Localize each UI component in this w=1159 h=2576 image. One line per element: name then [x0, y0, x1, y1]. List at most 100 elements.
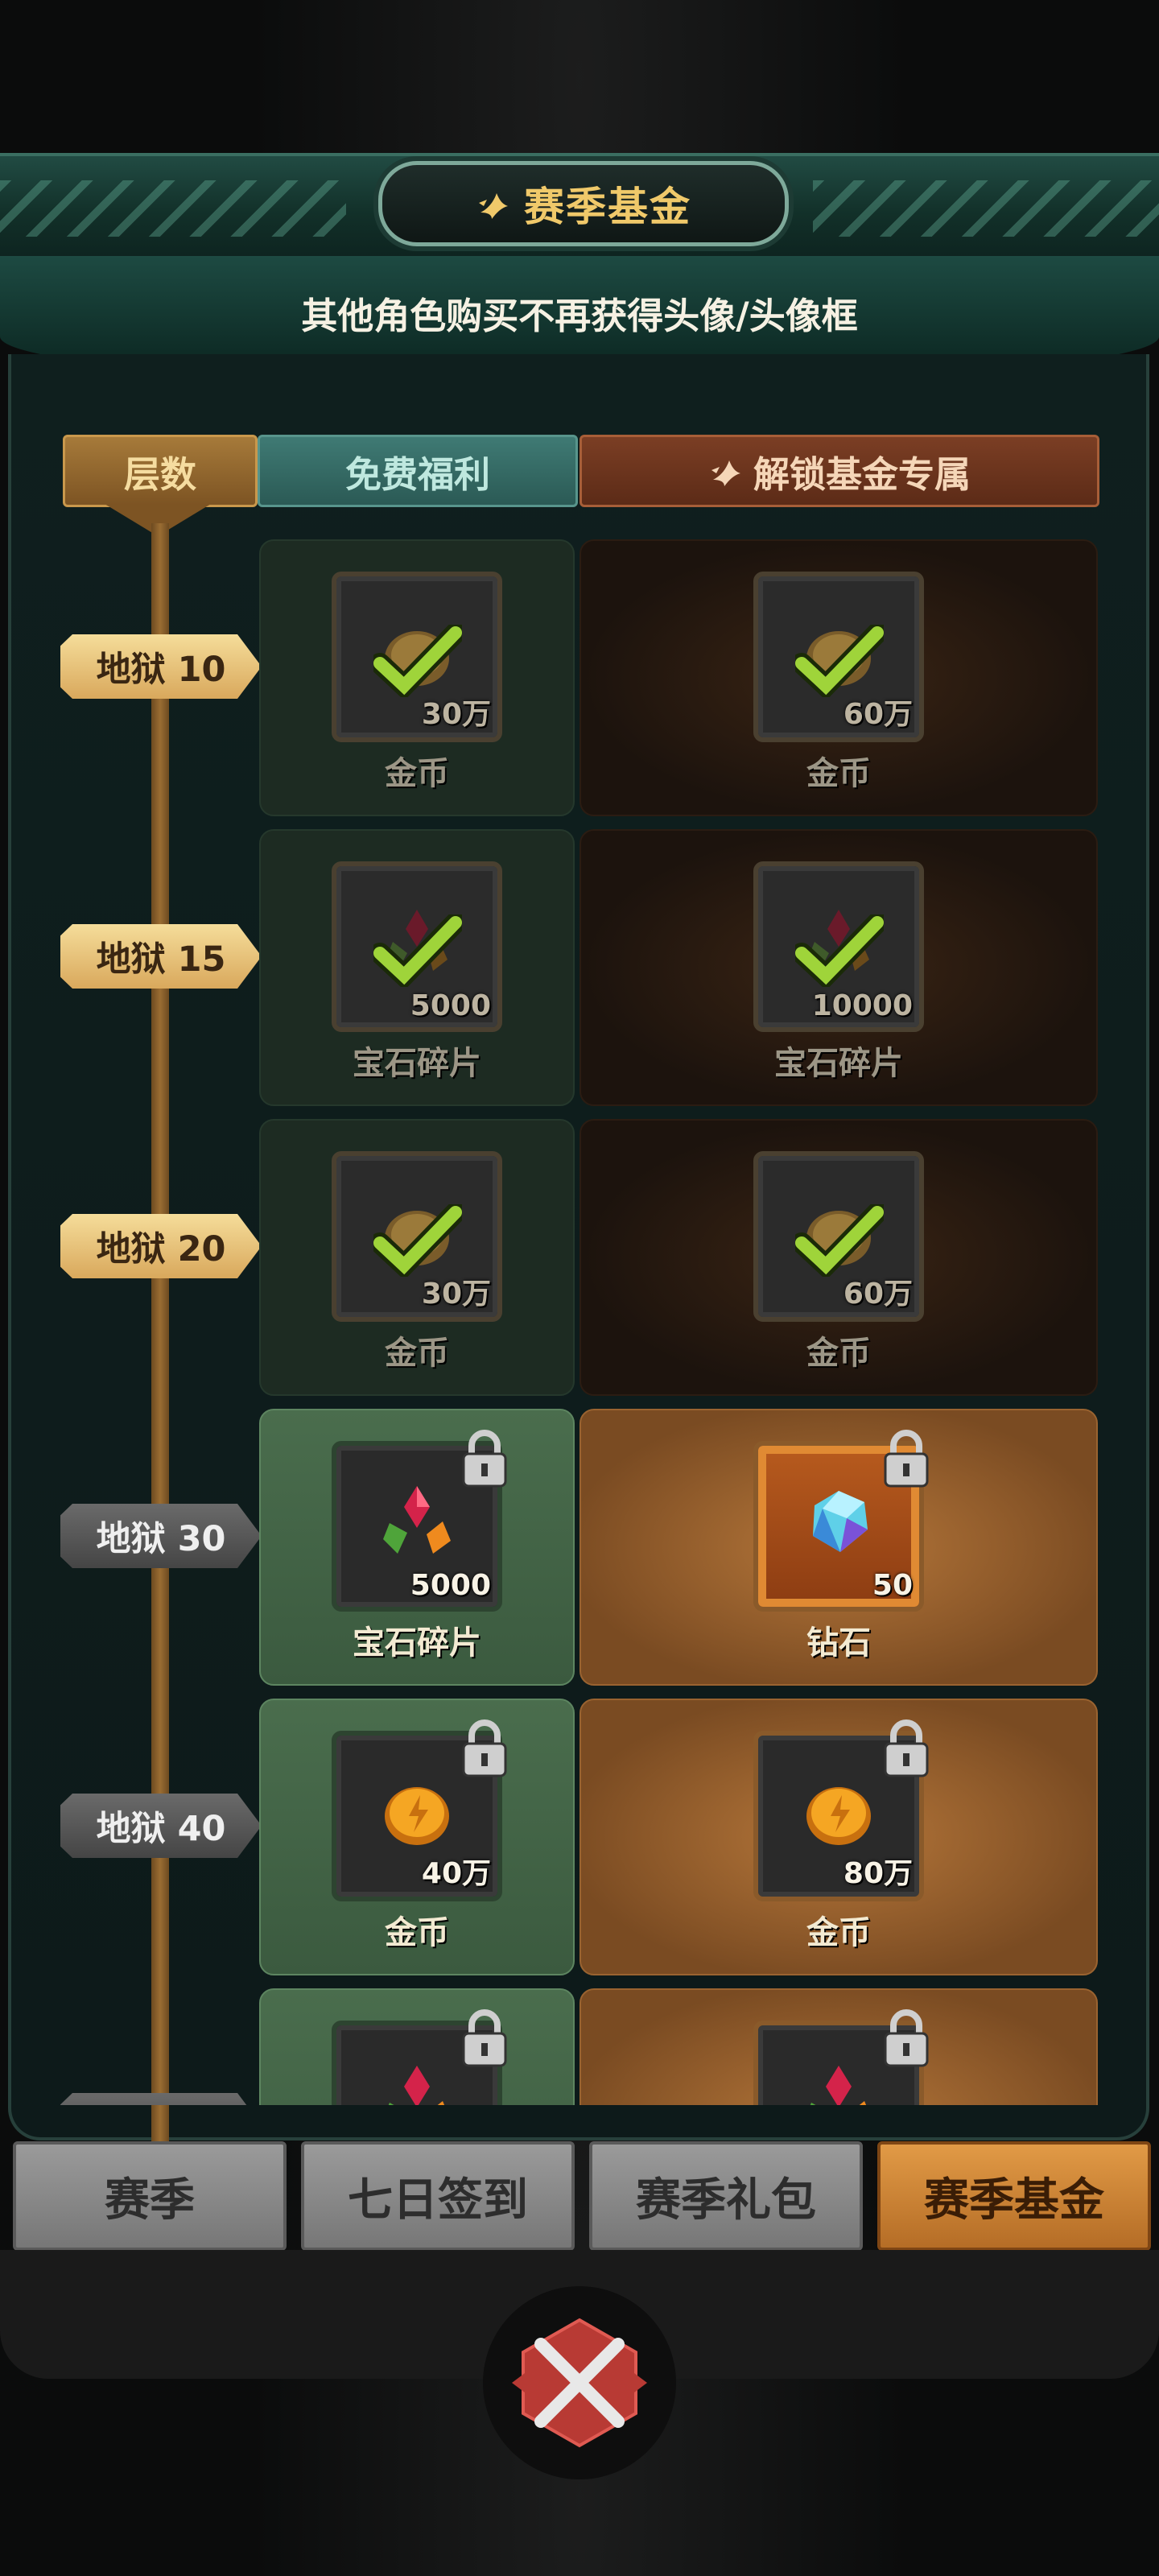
item-quantity: 50	[872, 1569, 913, 1602]
lock-icon	[462, 1719, 507, 1777]
item-quantity: 5000	[410, 989, 491, 1022]
wing-icon	[711, 460, 740, 486]
item-slot: 10000	[753, 861, 924, 1032]
column-header-free-label: 免费福利	[344, 452, 490, 496]
item-name: 金币	[385, 1914, 449, 1951]
item-name: 金币	[385, 1335, 449, 1372]
reward-list[interactable]: 地狱 10 30万 金币 60万 金币 地狱 15 5000 宝石碎片 1000…	[0, 531, 1159, 2105]
reward-row: 地狱 30 5000 宝石碎片 50 钻石	[0, 1409, 1159, 1686]
paid-reward-cell[interactable]: 10000 宝石碎片	[580, 829, 1098, 1106]
column-header-paid-label: 解锁基金专属	[753, 452, 971, 496]
diamond-icon	[813, 1491, 868, 1552]
floor-tag: 地狱 10	[60, 634, 262, 699]
column-header-floor: 层数	[63, 435, 258, 507]
reward-row	[0, 1988, 1159, 2105]
item-quantity: 80万	[843, 1857, 913, 1890]
paid-reward-cell[interactable]: 60万 金币	[580, 539, 1098, 816]
item-slot: 30万	[332, 572, 502, 742]
claimed-check-icon	[795, 1204, 884, 1277]
paid-reward-cell[interactable]: 50 钻石	[580, 1409, 1098, 1686]
title-plate: 赛季基金	[378, 161, 789, 246]
item-quantity: 30万	[421, 698, 491, 731]
item-slot: 5000	[332, 861, 502, 1032]
item-quantity: 40万	[421, 1857, 491, 1890]
claimed-check-icon	[373, 914, 462, 987]
item-name: 宝石碎片	[353, 1624, 481, 1662]
gem-shards-icon	[810, 2066, 867, 2105]
subtitle-notice: 其他角色购买不再获得头像/头像框	[301, 294, 858, 337]
paid-reward-cell[interactable]: 60万 金币	[580, 1119, 1098, 1396]
gem-shards-icon	[388, 2066, 445, 2105]
page-title: 赛季基金	[524, 184, 691, 230]
item-name: 宝石碎片	[353, 1045, 481, 1082]
item-slot: 60万	[753, 1151, 924, 1322]
gem-shards-icon	[383, 1486, 451, 1554]
tab-label: 赛季礼包	[636, 2174, 816, 2227]
column-header-floor-label: 层数	[123, 452, 196, 496]
column-header-free: 免费福利	[258, 435, 578, 507]
tab-seven-day-checkin[interactable]: 七日签到	[301, 2141, 575, 2251]
wing-icon	[479, 193, 508, 219]
floor-tag: 地狱 30	[60, 1504, 262, 1568]
bottom-tab-bar: 赛季 七日签到 赛季礼包 赛季基金	[0, 2141, 1159, 2254]
reward-row: 地狱 10 30万 金币 60万 金币	[0, 539, 1159, 816]
tab-season-fund[interactable]: 赛季基金	[877, 2141, 1151, 2251]
floor-label: 地狱 40	[96, 1809, 226, 1849]
floor-label: 地狱 15	[96, 939, 226, 980]
floor-label: 地狱 10	[96, 650, 226, 690]
column-header-paid: 解锁基金专属	[580, 435, 1099, 507]
item-slot: 50	[753, 1430, 929, 1612]
close-button[interactable]	[483, 2286, 676, 2479]
item-slot: 80万	[753, 1719, 929, 1901]
free-reward-cell[interactable]: 30万 金币	[259, 1119, 575, 1396]
tab-season[interactable]: 赛季	[13, 2141, 287, 2251]
claimed-check-icon	[373, 625, 462, 697]
free-reward-cell[interactable]: 40万 金币	[259, 1699, 575, 1975]
close-icon	[512, 2318, 647, 2448]
reward-row: 地狱 40 40万 金币 80万 金币	[0, 1699, 1159, 1975]
item-quantity: 60万	[843, 698, 913, 731]
gold-coin-icon	[806, 1787, 871, 1845]
paid-reward-cell[interactable]	[580, 1988, 1098, 2105]
floor-tag: 地狱 15	[60, 924, 262, 989]
item-quantity: 10000	[811, 989, 913, 1022]
tab-season-pack[interactable]: 赛季礼包	[589, 2141, 863, 2251]
item-slot: 40万	[332, 1719, 507, 1901]
tab-label: 赛季基金	[924, 2174, 1104, 2227]
item-slot	[332, 2009, 507, 2105]
item-quantity: 30万	[421, 1278, 491, 1311]
item-quantity: 60万	[843, 1278, 913, 1311]
item-slot: 5000	[332, 1430, 507, 1612]
paid-reward-cell[interactable]: 80万 金币	[580, 1699, 1098, 1975]
floor-label: 地狱 30	[96, 1519, 226, 1559]
lock-icon	[462, 1430, 507, 1488]
gold-coin-icon	[385, 1787, 449, 1845]
tab-label: 赛季	[105, 2174, 195, 2227]
item-name: 宝石碎片	[774, 1045, 903, 1082]
free-reward-cell[interactable]	[259, 1988, 575, 2105]
item-name: 金币	[806, 1335, 871, 1372]
floor-tag	[60, 2093, 262, 2105]
free-reward-cell[interactable]: 5000 宝石碎片	[259, 829, 575, 1106]
lock-icon	[884, 1430, 929, 1488]
claimed-check-icon	[373, 1204, 462, 1277]
item-name: 金币	[385, 755, 449, 792]
item-name: 金币	[806, 1914, 871, 1951]
floor-tag: 地狱 40	[60, 1794, 262, 1858]
item-slot: 30万	[332, 1151, 502, 1322]
lock-icon	[884, 2009, 929, 2067]
lock-icon	[462, 2009, 507, 2067]
floor-label: 地狱 20	[96, 1229, 226, 1269]
free-reward-cell[interactable]: 30万 金币	[259, 539, 575, 816]
reward-row: 地狱 20 30万 金币 60万 金币	[0, 1119, 1159, 1396]
item-name: 金币	[806, 755, 871, 792]
claimed-check-icon	[795, 914, 884, 987]
claimed-check-icon	[795, 625, 884, 697]
item-quantity: 5000	[410, 1569, 491, 1602]
lock-icon	[884, 1719, 929, 1777]
free-reward-cell[interactable]: 5000 宝石碎片	[259, 1409, 575, 1686]
banner-pattern-right	[813, 180, 1159, 237]
floor-tag: 地狱 20	[60, 1214, 262, 1278]
item-slot: 60万	[753, 572, 924, 742]
item-name: 钻石	[806, 1624, 871, 1662]
